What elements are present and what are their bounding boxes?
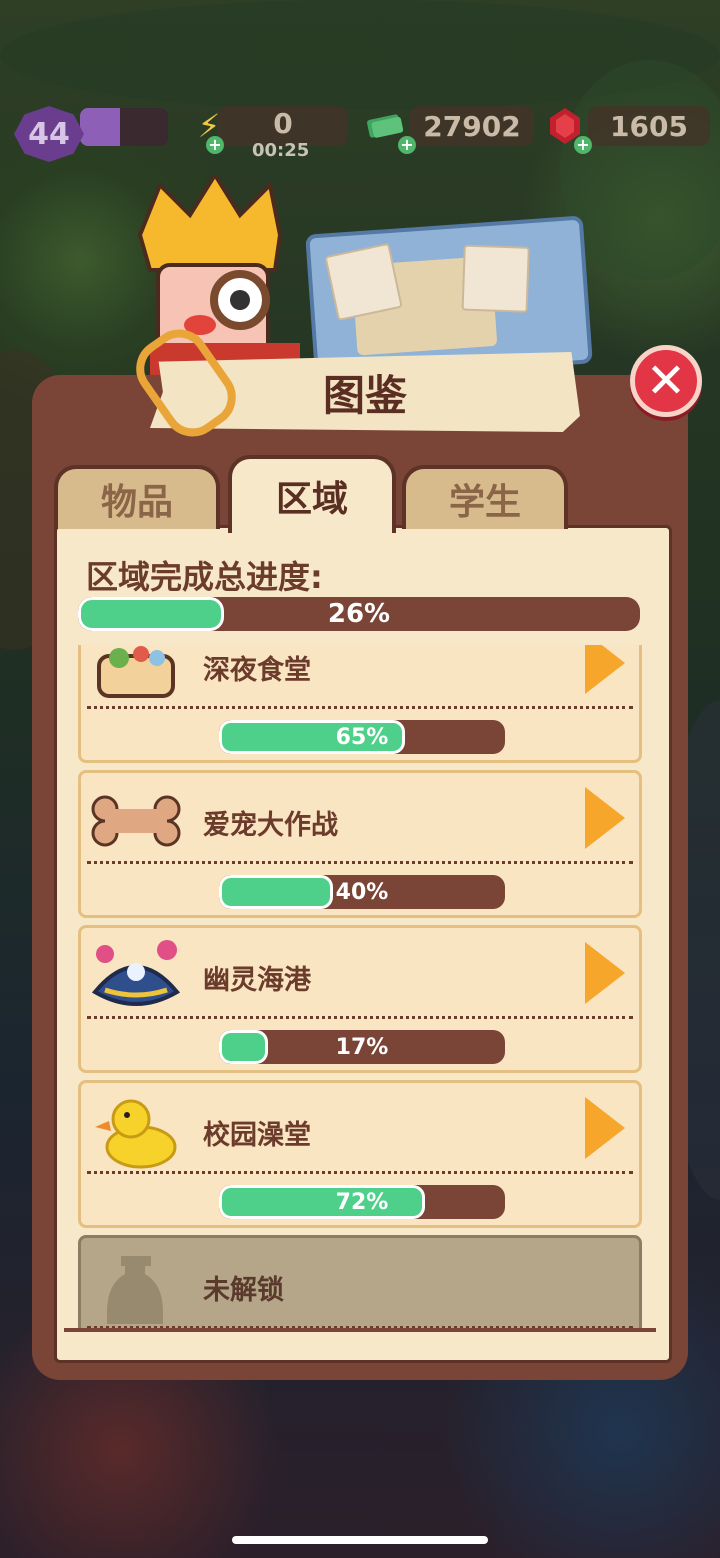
level-number: 44 [28,116,70,152]
area-name: 深夜食堂 [203,655,311,686]
area-name: 校园澡堂 [203,1120,311,1151]
divider [87,706,633,709]
panel-title: 图鉴 [322,370,407,420]
area-progress-bar: 17% [219,1030,505,1064]
area-progress-percent: 72% [335,1189,389,1215]
area-progress-bar: 72% [219,1185,505,1219]
rubber-duck-icon [95,1099,177,1169]
area-name: 爱宠大作战 [203,810,338,841]
area-progress-percent: 17% [335,1034,389,1060]
energy-value: 0 [273,106,293,140]
total-progress-bar: 26% [78,597,640,631]
home-indicator[interactable] [232,1536,488,1544]
area-list[interactable]: 深夜食堂 65% 爱宠大作战 40% 幽灵海港 17% 校园澡堂 72% 未解锁 [78,645,642,1330]
total-progress-label: 区域完成总进度: [86,558,323,596]
area-progress-bar: 65% [219,720,505,754]
area-progress-percent: 65% [335,724,389,750]
area-card-campus-bathhouse[interactable]: 校园澡堂 72% [78,1080,642,1228]
divider [87,1016,633,1019]
cash-counter: 27902 [410,106,534,146]
area-card-late-night-diner[interactable]: 深夜食堂 65% [78,645,642,763]
dog-bone-icon [91,795,181,847]
divider [87,861,633,864]
area-name: 未解锁 [203,1275,284,1306]
top-hud: 44 0 ⚡ + 00:25 27902 + 1605 + [0,100,720,162]
area-name: 幽灵海港 [203,965,311,996]
divider [87,1171,633,1174]
add-energy-button[interactable]: + [206,136,224,154]
area-progress-bar: 40% [219,875,505,909]
tab-areas-label: 区域 [275,479,348,520]
open-area-arrow-icon[interactable] [585,942,625,1004]
close-button[interactable]: ✕ [630,345,702,417]
tab-items[interactable]: 物品 [54,465,220,529]
energy-timer: 00:25 [252,140,310,161]
gem-value: 1605 [610,109,688,143]
add-cash-button[interactable]: + [398,136,416,154]
bento-box-icon [97,646,175,698]
area-progress-percent: 40% [335,879,389,905]
open-area-arrow-icon[interactable] [585,787,625,849]
gem-counter: 1605 [588,106,710,146]
level-progress-bar [80,108,168,146]
add-gems-button[interactable]: + [574,136,592,154]
tab-items-label: 物品 [100,482,173,523]
locked-silhouette-icon [107,1256,163,1324]
level-badge[interactable]: 44 [14,106,84,162]
area-card-ghost-harbor[interactable]: 幽灵海港 17% [78,925,642,1073]
area-card-pet-battle[interactable]: 爱宠大作战 40% [78,770,642,918]
list-bottom-edge [64,1328,656,1332]
open-area-arrow-icon[interactable] [585,1097,625,1159]
tab-areas[interactable]: 区域 [228,455,396,533]
tab-students-label: 学生 [448,482,521,523]
cash-value: 27902 [423,109,521,143]
total-progress-percent: 26% [327,599,391,629]
open-area-arrow-icon[interactable] [585,645,625,694]
tab-students[interactable]: 学生 [402,465,568,529]
pirate-hat-icon [91,940,181,1006]
area-card-locked: 未解锁 [78,1235,642,1330]
